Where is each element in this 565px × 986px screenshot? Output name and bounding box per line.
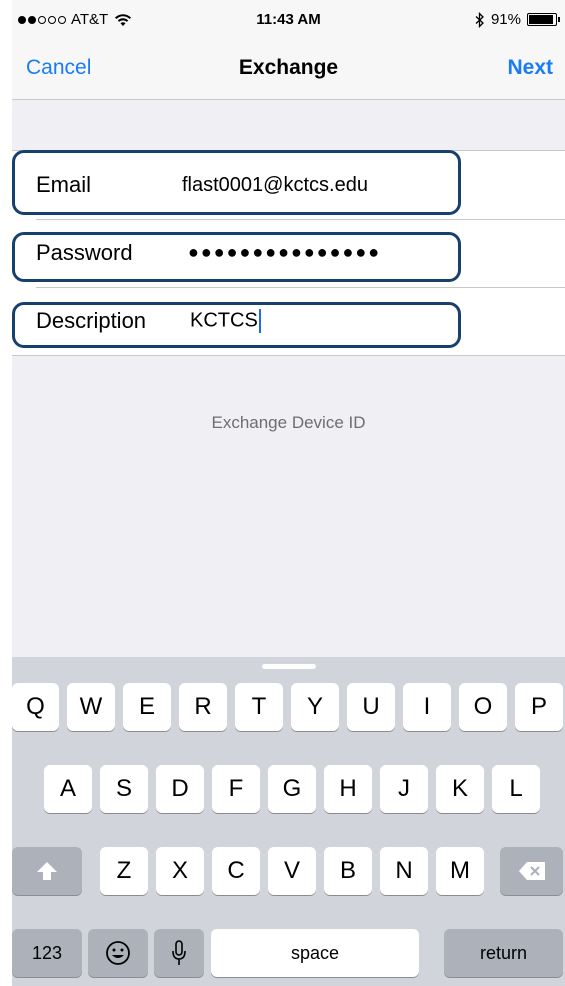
status-right: 91% bbox=[475, 11, 560, 28]
description-field[interactable]: KCTCS bbox=[190, 309, 261, 333]
keyboard-row-4: 123 space return bbox=[12, 929, 565, 977]
key-x[interactable]: X bbox=[156, 847, 204, 895]
dictation-key[interactable] bbox=[154, 929, 204, 977]
battery-level bbox=[529, 15, 553, 24]
description-label: Description bbox=[36, 308, 147, 333]
bluetooth-icon bbox=[475, 11, 484, 28]
key-g[interactable]: G bbox=[268, 765, 316, 813]
key-u[interactable]: U bbox=[347, 683, 395, 731]
microphone-icon bbox=[172, 940, 186, 965]
key-m[interactable]: M bbox=[436, 847, 484, 895]
email-row[interactable]: Email flast0001@kctcs.edu bbox=[12, 151, 565, 219]
next-button[interactable]: Next bbox=[507, 56, 553, 80]
key-a[interactable]: A bbox=[44, 765, 92, 813]
emoji-key[interactable] bbox=[88, 929, 148, 977]
key-d[interactable]: D bbox=[156, 765, 204, 813]
password-field[interactable]: ●●●●●●●●●●●●●●● bbox=[188, 242, 381, 263]
key-n[interactable]: N bbox=[380, 847, 428, 895]
shift-icon bbox=[37, 862, 57, 880]
keyboard: Q W E R T Y U I O P A S D F G H J K L Z … bbox=[12, 657, 565, 986]
keyboard-row-3: Z X C V B N M bbox=[12, 847, 565, 895]
key-c[interactable]: C bbox=[212, 847, 260, 895]
key-q[interactable]: Q bbox=[12, 683, 59, 731]
key-h[interactable]: H bbox=[324, 765, 372, 813]
key-p[interactable]: P bbox=[515, 683, 563, 731]
emoji-icon bbox=[106, 941, 130, 965]
key-l[interactable]: L bbox=[492, 765, 540, 813]
keyboard-grabber[interactable] bbox=[262, 664, 316, 669]
battery-percent: 91% bbox=[490, 11, 521, 28]
password-row[interactable]: Password ●●●●●●●●●●●●●●● bbox=[12, 219, 565, 287]
status-bar: AT&T 11:43 AM 91% bbox=[12, 0, 565, 40]
navigation-bar: Cancel Exchange Next bbox=[12, 40, 565, 100]
keyboard-row-1: Q W E R T Y U I O P bbox=[12, 683, 565, 731]
battery-nub bbox=[558, 17, 560, 22]
key-v[interactable]: V bbox=[268, 847, 316, 895]
keyboard-row-2: A S D F G H J K L bbox=[12, 765, 565, 813]
email-label: Email bbox=[36, 172, 92, 197]
account-form: Email flast0001@kctcs.edu Password ●●●●●… bbox=[12, 150, 565, 356]
description-value: KCTCS bbox=[190, 309, 258, 332]
key-y[interactable]: Y bbox=[291, 683, 339, 731]
shift-key[interactable] bbox=[12, 847, 82, 895]
key-o[interactable]: O bbox=[459, 683, 507, 731]
key-z[interactable]: Z bbox=[100, 847, 148, 895]
key-b[interactable]: B bbox=[324, 847, 372, 895]
key-k[interactable]: K bbox=[436, 765, 484, 813]
numbers-key[interactable]: 123 bbox=[12, 929, 82, 977]
key-r[interactable]: R bbox=[179, 683, 227, 731]
exchange-device-id-link[interactable]: Exchange Device ID bbox=[12, 413, 565, 433]
page-title: Exchange bbox=[238, 56, 339, 79]
key-j[interactable]: J bbox=[380, 765, 428, 813]
delete-key[interactable] bbox=[500, 847, 563, 895]
description-row[interactable]: Description KCTCS bbox=[12, 287, 565, 355]
key-e[interactable]: E bbox=[123, 683, 171, 731]
phone-screen: AT&T 11:43 AM 91% Cancel Exchange Next E… bbox=[12, 0, 565, 986]
key-s[interactable]: S bbox=[100, 765, 148, 813]
delete-icon bbox=[518, 862, 545, 880]
space-key[interactable]: space bbox=[211, 929, 419, 977]
key-i[interactable]: I bbox=[403, 683, 451, 731]
email-field[interactable]: flast0001@kctcs.edu bbox=[182, 174, 368, 197]
return-key[interactable]: return bbox=[444, 929, 563, 977]
password-label: Password bbox=[36, 240, 133, 265]
key-f[interactable]: F bbox=[212, 765, 260, 813]
key-t[interactable]: T bbox=[235, 683, 283, 731]
key-w[interactable]: W bbox=[67, 683, 115, 731]
battery-icon bbox=[527, 13, 560, 26]
text-cursor bbox=[258, 309, 261, 333]
